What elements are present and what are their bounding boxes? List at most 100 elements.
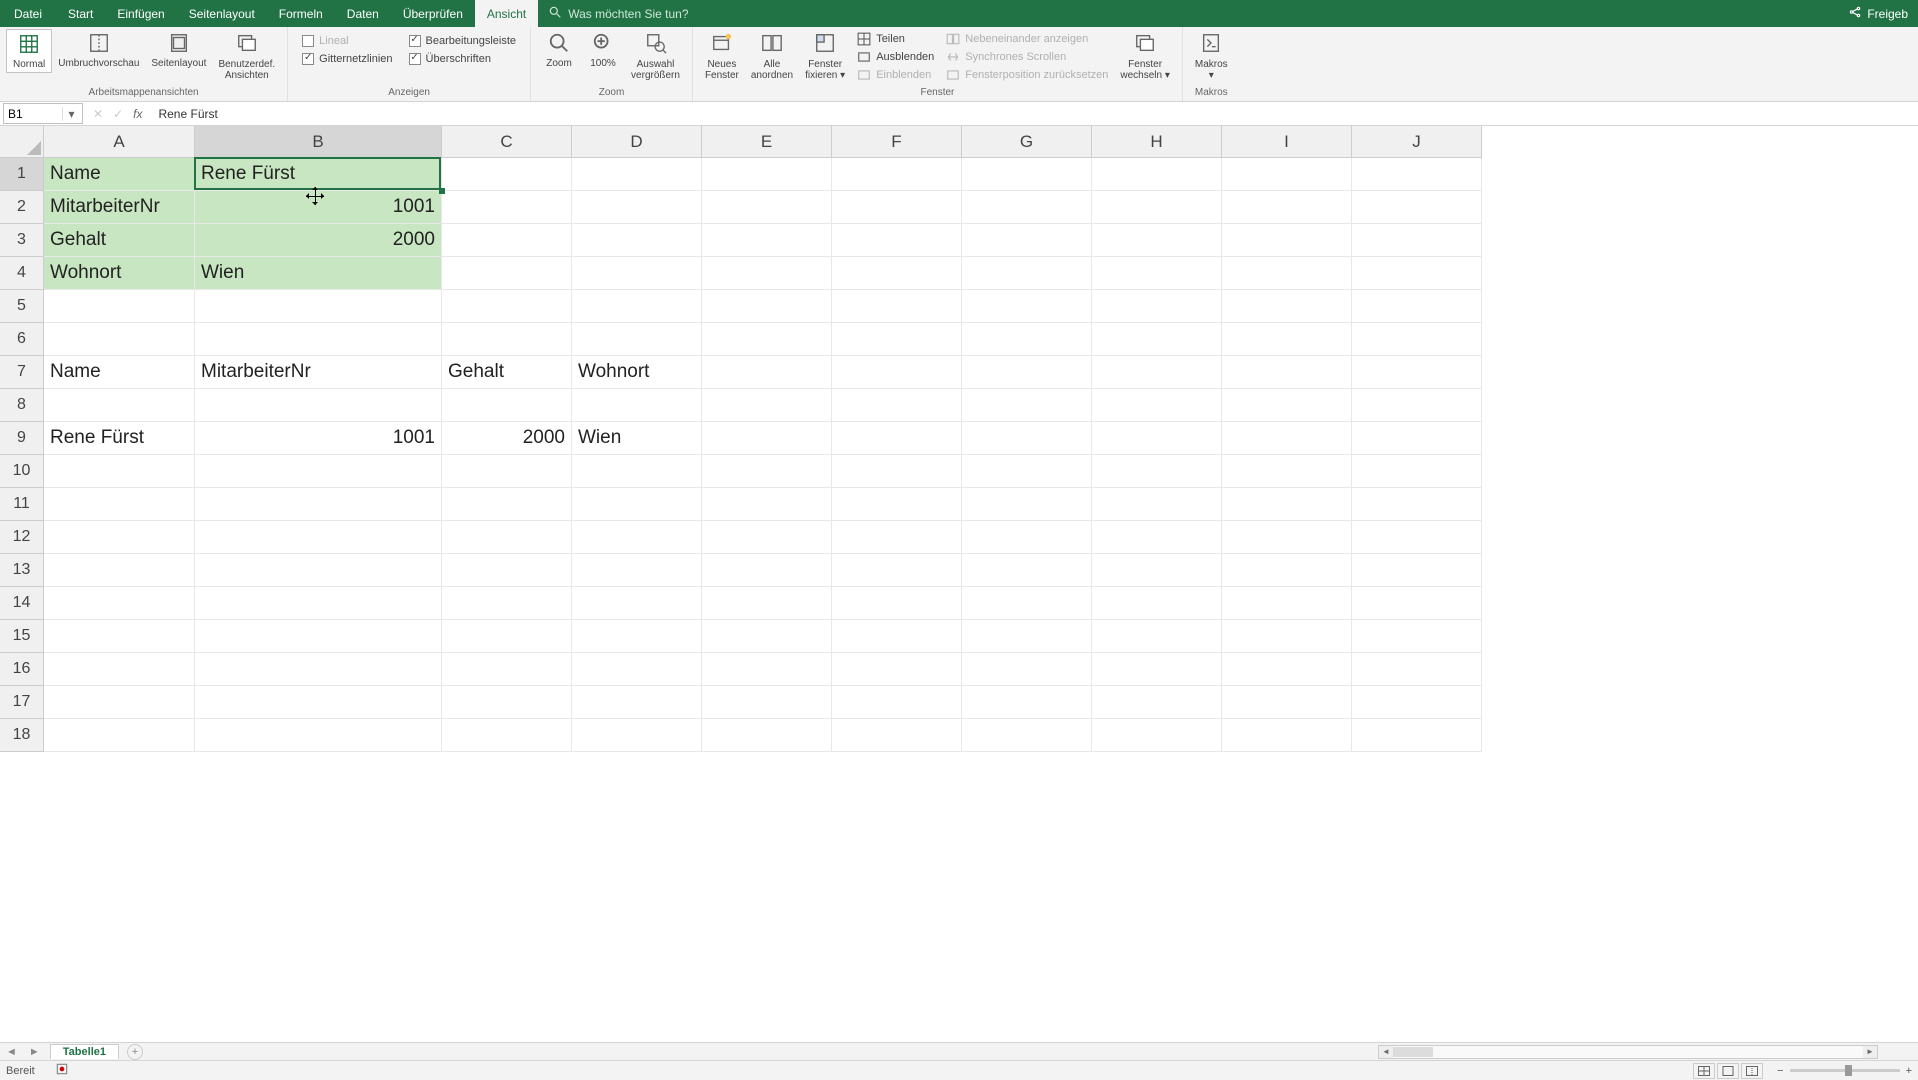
row-headers[interactable]: 123456789101112131415161718 bbox=[0, 158, 44, 1042]
cell-C1[interactable] bbox=[442, 158, 572, 191]
cell-G13[interactable] bbox=[962, 554, 1092, 587]
switch-windows-button[interactable]: Fensterwechseln ▾ bbox=[1114, 29, 1176, 84]
cell-G12[interactable] bbox=[962, 521, 1092, 554]
tab-datei[interactable]: Datei bbox=[0, 0, 56, 27]
cell-B7[interactable]: MitarbeiterNr bbox=[195, 356, 442, 389]
row-header-6[interactable]: 6 bbox=[0, 323, 44, 356]
column-header-A[interactable]: A bbox=[44, 126, 195, 158]
cell-C12[interactable] bbox=[442, 521, 572, 554]
cell-C6[interactable] bbox=[442, 323, 572, 356]
sheet-nav-next[interactable]: ► bbox=[23, 1046, 46, 1058]
column-header-I[interactable]: I bbox=[1222, 126, 1352, 158]
cell-E10[interactable] bbox=[702, 455, 832, 488]
macros-button[interactable]: Makros▾ bbox=[1189, 29, 1234, 84]
row-header-15[interactable]: 15 bbox=[0, 620, 44, 653]
cell-F2[interactable] bbox=[832, 191, 962, 224]
cell-H11[interactable] bbox=[1092, 488, 1222, 521]
column-headers[interactable]: ABCDEFGHIJ bbox=[44, 126, 1918, 158]
cell-G11[interactable] bbox=[962, 488, 1092, 521]
cell-I2[interactable] bbox=[1222, 191, 1352, 224]
cell-H9[interactable] bbox=[1092, 422, 1222, 455]
cell-F4[interactable] bbox=[832, 257, 962, 290]
tab-formeln[interactable]: Formeln bbox=[267, 0, 335, 27]
row-header-11[interactable]: 11 bbox=[0, 488, 44, 521]
cell-C16[interactable] bbox=[442, 653, 572, 686]
zoom-in[interactable]: + bbox=[1906, 1065, 1912, 1077]
hide-button[interactable]: Ausblenden bbox=[855, 49, 936, 65]
cell-F18[interactable] bbox=[832, 719, 962, 752]
cell-I5[interactable] bbox=[1222, 290, 1352, 323]
cell-A3[interactable]: Gehalt bbox=[44, 224, 195, 257]
cell-F17[interactable] bbox=[832, 686, 962, 719]
view-pagebreak-shortcut[interactable] bbox=[1741, 1063, 1763, 1079]
view-normal-shortcut[interactable] bbox=[1693, 1063, 1715, 1079]
cell-E11[interactable] bbox=[702, 488, 832, 521]
row-header-17[interactable]: 17 bbox=[0, 686, 44, 719]
add-sheet-button[interactable]: + bbox=[127, 1044, 143, 1060]
cell-J11[interactable] bbox=[1352, 488, 1482, 521]
name-box-input[interactable] bbox=[4, 107, 62, 121]
cell-B11[interactable] bbox=[195, 488, 442, 521]
column-header-H[interactable]: H bbox=[1092, 126, 1222, 158]
tab-start[interactable]: Start bbox=[56, 0, 105, 27]
cell-D12[interactable] bbox=[572, 521, 702, 554]
tab-einfuegen[interactable]: Einfügen bbox=[105, 0, 176, 27]
cells-area[interactable]: NameRene FürstMitarbeiterNr1001Gehalt200… bbox=[44, 158, 1918, 1042]
column-header-D[interactable]: D bbox=[572, 126, 702, 158]
column-header-E[interactable]: E bbox=[702, 126, 832, 158]
cell-G10[interactable] bbox=[962, 455, 1092, 488]
freeze-panes-button[interactable]: Fensterfixieren ▾ bbox=[799, 29, 851, 84]
row-header-8[interactable]: 8 bbox=[0, 389, 44, 422]
cell-I1[interactable] bbox=[1222, 158, 1352, 191]
cell-J4[interactable] bbox=[1352, 257, 1482, 290]
cell-G6[interactable] bbox=[962, 323, 1092, 356]
row-header-12[interactable]: 12 bbox=[0, 521, 44, 554]
cell-G17[interactable] bbox=[962, 686, 1092, 719]
cell-A17[interactable] bbox=[44, 686, 195, 719]
cell-H7[interactable] bbox=[1092, 356, 1222, 389]
cell-G4[interactable] bbox=[962, 257, 1092, 290]
name-box-dropdown[interactable]: ▾ bbox=[62, 107, 80, 121]
cell-A12[interactable] bbox=[44, 521, 195, 554]
cell-B4[interactable]: Wien bbox=[195, 257, 442, 290]
cell-J6[interactable] bbox=[1352, 323, 1482, 356]
cell-J14[interactable] bbox=[1352, 587, 1482, 620]
cell-F9[interactable] bbox=[832, 422, 962, 455]
view-normal-button[interactable]: Normal bbox=[6, 29, 52, 73]
cell-A5[interactable] bbox=[44, 290, 195, 323]
cell-E12[interactable] bbox=[702, 521, 832, 554]
cell-D10[interactable] bbox=[572, 455, 702, 488]
cell-B13[interactable] bbox=[195, 554, 442, 587]
cell-E2[interactable] bbox=[702, 191, 832, 224]
cell-I13[interactable] bbox=[1222, 554, 1352, 587]
cell-G9[interactable] bbox=[962, 422, 1092, 455]
view-custom-button[interactable]: Benutzerdef.Ansichten bbox=[212, 29, 281, 84]
checkbox-gitternetz[interactable]: Gitternetzlinien bbox=[302, 53, 392, 65]
cell-B3[interactable]: 2000 bbox=[195, 224, 442, 257]
cell-I3[interactable] bbox=[1222, 224, 1352, 257]
hscroll-right[interactable]: ► bbox=[1863, 1046, 1877, 1058]
arrange-all-button[interactable]: Alleanordnen bbox=[745, 29, 799, 84]
cell-I8[interactable] bbox=[1222, 389, 1352, 422]
row-header-5[interactable]: 5 bbox=[0, 290, 44, 323]
cell-A10[interactable] bbox=[44, 455, 195, 488]
cell-C2[interactable] bbox=[442, 191, 572, 224]
tab-daten[interactable]: Daten bbox=[335, 0, 391, 27]
row-header-10[interactable]: 10 bbox=[0, 455, 44, 488]
cell-E18[interactable] bbox=[702, 719, 832, 752]
tab-ueberpruefen[interactable]: Überprüfen bbox=[391, 0, 475, 27]
cell-B2[interactable]: 1001 bbox=[195, 191, 442, 224]
cell-H3[interactable] bbox=[1092, 224, 1222, 257]
cell-H4[interactable] bbox=[1092, 257, 1222, 290]
cell-H13[interactable] bbox=[1092, 554, 1222, 587]
cell-A8[interactable] bbox=[44, 389, 195, 422]
enter-icon[interactable]: ✓ bbox=[113, 107, 123, 121]
cell-I11[interactable] bbox=[1222, 488, 1352, 521]
cell-E17[interactable] bbox=[702, 686, 832, 719]
cell-J10[interactable] bbox=[1352, 455, 1482, 488]
cell-D9[interactable]: Wien bbox=[572, 422, 702, 455]
cell-J1[interactable] bbox=[1352, 158, 1482, 191]
row-header-3[interactable]: 3 bbox=[0, 224, 44, 257]
cell-F15[interactable] bbox=[832, 620, 962, 653]
sheet-nav-prev[interactable]: ◄ bbox=[0, 1046, 23, 1058]
